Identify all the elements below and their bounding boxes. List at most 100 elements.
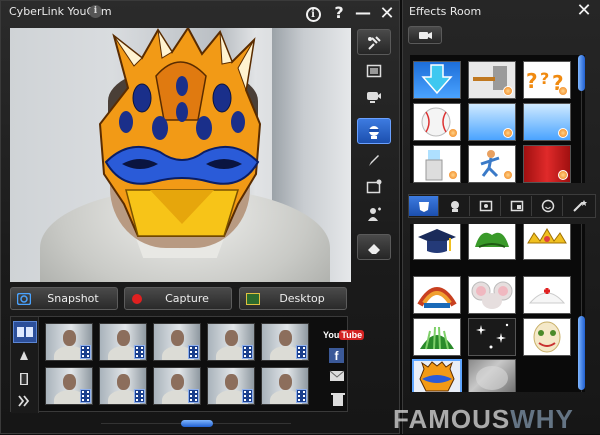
library-thumbnail[interactable]: [207, 367, 255, 405]
snapshot-label: Snapshot: [47, 292, 99, 305]
webcam-settings-button[interactable]: [357, 83, 391, 109]
premium-badge-icon: [558, 128, 568, 138]
facebook-icon: f: [329, 348, 344, 363]
effect-metal-pipe[interactable]: [468, 61, 516, 99]
capture-button[interactable]: Capture: [124, 287, 232, 310]
effect-feather-headdress[interactable]: [413, 276, 461, 314]
effect-warrior-mask-selected[interactable]: [412, 359, 462, 392]
effect-download-arrow[interactable]: [413, 61, 461, 99]
watermelon-icon: [420, 326, 454, 350]
mask-scrollbar[interactable]: [578, 316, 585, 390]
effects-close-button[interactable]: ✕: [573, 0, 595, 22]
video-file-icon: [80, 345, 91, 359]
effect-question-marks[interactable]: ? ? ?: [523, 61, 571, 99]
library-thumbnail[interactable]: [45, 323, 93, 361]
library-tab-videos[interactable]: [13, 369, 37, 391]
library-thumbnail[interactable]: [99, 323, 147, 361]
eraser-button[interactable]: [357, 234, 391, 260]
fullscreen-icon: [366, 64, 382, 78]
avatar-icon: [451, 201, 459, 212]
svg-text:?: ?: [540, 69, 549, 88]
library-thumbnail[interactable]: [261, 323, 309, 361]
close-button[interactable]: ✕: [377, 3, 397, 24]
video-file-icon: [296, 345, 307, 359]
effect-graduation-cap[interactable]: [413, 224, 461, 260]
library-thumbnail[interactable]: [99, 367, 147, 405]
settings-icon: [368, 36, 381, 50]
info-icon: i: [305, 7, 321, 22]
face-tracking-icon: [368, 207, 381, 221]
effect-red-curtain[interactable]: [523, 145, 571, 183]
frame-capture-button[interactable]: [357, 173, 391, 199]
graduation-cap-icon: [418, 229, 456, 253]
effects-room-title: Effects Room: [409, 5, 482, 18]
avatar-effects-button[interactable]: [357, 118, 391, 144]
trash-icon: [331, 393, 345, 406]
youtube-upload-button[interactable]: You Tube: [323, 323, 365, 341]
effects-camera-button[interactable]: [408, 26, 442, 44]
category-tab-masks[interactable]: [409, 196, 439, 216]
library-thumbnail[interactable]: [153, 323, 201, 361]
category-tab-avatars[interactable]: [440, 196, 470, 216]
facebook-upload-button[interactable]: f: [323, 345, 353, 363]
email-button[interactable]: [323, 369, 353, 387]
version-info-icon[interactable]: i: [89, 5, 102, 18]
leaf-crown-icon: [475, 232, 509, 248]
effect-gold-tiara[interactable]: [523, 224, 571, 260]
video-file-icon: [188, 389, 199, 403]
delete-button[interactable]: [323, 391, 353, 409]
title-bar[interactable]: CyberLink YouCam i i ? — ✕: [1, 1, 401, 24]
media-library: You Tube f: [10, 316, 365, 413]
library-tab-photos[interactable]: [13, 345, 37, 367]
effects-grid: ? ? ?: [410, 55, 585, 183]
scene-icon: [510, 200, 524, 212]
category-tab-frames[interactable]: [471, 196, 501, 216]
premium-badge-icon: [448, 170, 458, 180]
library-tab-all[interactable]: [13, 321, 37, 343]
desktop-button[interactable]: Desktop: [239, 287, 347, 310]
info-button[interactable]: i: [303, 3, 323, 22]
sparkle-icon: [476, 323, 509, 349]
effect-clown-face[interactable]: [523, 318, 571, 356]
category-tab-scenes[interactable]: [502, 196, 532, 216]
video-file-icon: [242, 389, 253, 403]
library-thumbnail[interactable]: [207, 323, 255, 361]
effects-scrollbar[interactable]: [578, 55, 585, 91]
library-thumbnail[interactable]: [153, 367, 201, 405]
effect-water-cooler[interactable]: [413, 145, 461, 183]
library-thumbnail[interactable]: [45, 367, 93, 405]
category-tab-emotions[interactable]: [533, 196, 563, 216]
headdress-icon: [417, 287, 457, 308]
effect-green-leaf-crown[interactable]: [468, 224, 516, 260]
effect-nurse-cap[interactable]: [523, 276, 571, 314]
video-file-icon: [188, 345, 199, 359]
help-button[interactable]: ?: [329, 3, 349, 22]
effect-blue-sky[interactable]: [523, 103, 571, 141]
all-media-icon: [17, 327, 33, 337]
premium-badge-icon: [558, 170, 568, 180]
warrior-mask-overlay: [98, 28, 262, 237]
effect-blue-frame[interactable]: [468, 103, 516, 141]
avatar-effects-icon: [369, 126, 379, 139]
library-expand-button[interactable]: [13, 391, 37, 413]
effect-baseball[interactable]: [413, 103, 461, 141]
brush-button[interactable]: [357, 146, 391, 172]
library-scrollbar[interactable]: [181, 420, 213, 427]
face-tracking-button[interactable]: [357, 200, 391, 226]
nurse-cap-icon: [528, 288, 566, 304]
effect-runner[interactable]: [468, 145, 516, 183]
webcam-preview[interactable]: [10, 28, 351, 282]
category-tab-particles[interactable]: [564, 196, 594, 216]
effect-mouse-ears[interactable]: [468, 276, 516, 314]
settings-button[interactable]: [357, 29, 391, 55]
effect-sparkles[interactable]: [468, 318, 516, 356]
effect-smoke[interactable]: [468, 359, 516, 392]
snapshot-button[interactable]: Snapshot: [10, 287, 118, 310]
library-thumbnail[interactable]: [261, 367, 309, 405]
double-chevron-right-icon: [18, 395, 30, 407]
effect-watermelon-hat[interactable]: [413, 318, 461, 356]
smoke-icon: [476, 366, 508, 390]
magic-wand-icon: [573, 200, 587, 212]
minimize-button[interactable]: —: [353, 3, 373, 22]
fullscreen-button[interactable]: [357, 57, 391, 83]
